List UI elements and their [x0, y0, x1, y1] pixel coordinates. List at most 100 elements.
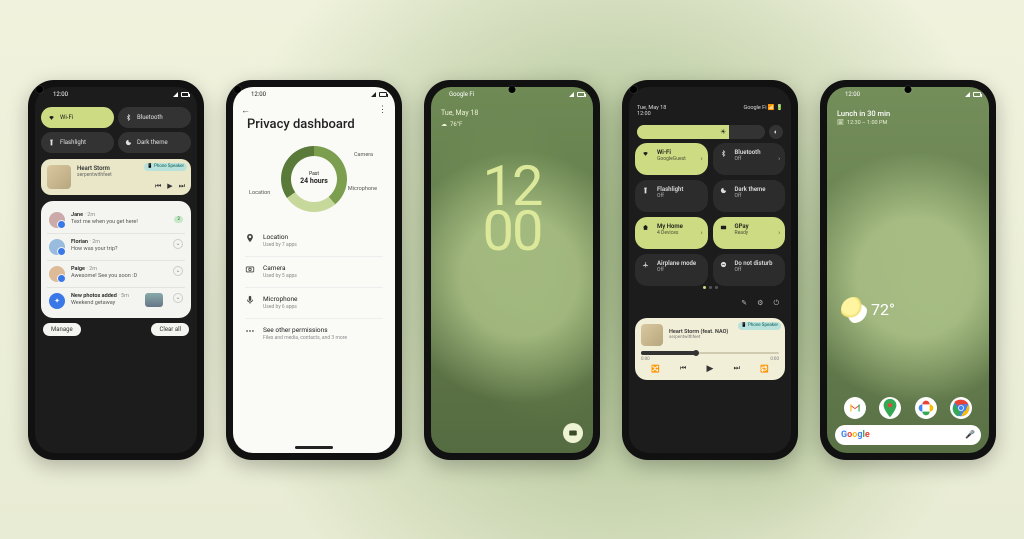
battery-icon	[973, 92, 981, 97]
qs-flashlight-tile[interactable]: Flashlight	[41, 132, 114, 153]
flashlight-icon	[48, 139, 55, 146]
chevron-right-icon[interactable]: ›	[701, 229, 703, 236]
notification-item[interactable]: Florian · 2m How was your trip? ⌄	[47, 234, 185, 261]
phone-3-screen[interactable]: Google Fi Tue, May 18 ☁ 76°F 12 00	[431, 87, 593, 453]
power-icon[interactable]: ⏻	[773, 299, 779, 308]
next-icon[interactable]: ⏭	[734, 364, 740, 373]
notification-item[interactable]: Paige · 2m Awesome! See you soon :D ⌄	[47, 261, 185, 288]
permission-row-other[interactable]: See other permissions Files and media, c…	[245, 318, 383, 349]
app-photos[interactable]	[915, 397, 937, 419]
bluetooth-icon	[720, 150, 727, 157]
signal-icon	[965, 92, 970, 97]
brightness-thumb-icon[interactable]: ☀	[718, 127, 728, 137]
chevron-right-icon[interactable]: ›	[778, 155, 780, 162]
play-icon[interactable]: ▶	[167, 182, 172, 191]
donut-camera-label: Camera	[354, 152, 373, 158]
camera-hole	[905, 86, 912, 93]
settings-icon[interactable]: ⚙	[757, 299, 763, 308]
qs-dnd-tile[interactable]: Do not disturbOff	[713, 254, 786, 286]
permission-row-camera[interactable]: Camera Used by 5 apps	[245, 256, 383, 287]
media-artist: serpentwithfeet	[77, 172, 185, 178]
shuffle-icon[interactable]: 🔀	[651, 365, 660, 373]
notif-name: New photos added	[71, 293, 117, 299]
chevron-right-icon[interactable]: ›	[701, 155, 703, 162]
qs-darktheme-label: Dark theme	[137, 139, 168, 146]
phone-5-screen[interactable]: 12:00 Lunch in 30 min 🗓 12:30 – 1:00 PM …	[827, 87, 989, 453]
qs-gpay-tile[interactable]: GPayReady ›	[713, 217, 786, 249]
wifi-icon	[642, 150, 649, 157]
prev-icon[interactable]: ⏮	[155, 182, 161, 191]
status-time: 12:00	[637, 111, 666, 117]
qs-wifi-tile[interactable]: Wi-Fi	[41, 107, 114, 128]
permission-sub: Used by 7 apps	[263, 242, 297, 249]
output-chip[interactable]: 📱 Phone Speaker	[738, 322, 781, 330]
qs-bluetooth-tile[interactable]: Bluetooth	[118, 107, 191, 128]
edit-icon[interactable]: ✎	[741, 299, 747, 308]
clear-all-button[interactable]: Clear all	[151, 323, 189, 336]
battery-icon	[181, 92, 189, 97]
brightness-slider[interactable]: ☀ ◐	[637, 125, 783, 139]
weather-widget[interactable]: 72°	[841, 297, 895, 323]
notification-item[interactable]: Jane · 2m Text me when you get here! 2	[47, 207, 185, 234]
expand-chevron-icon[interactable]: ⌄	[173, 293, 183, 303]
permission-row-location[interactable]: Location Used by 7 apps	[245, 226, 383, 256]
expand-chevron-icon[interactable]: ⌄	[173, 239, 183, 249]
signal-icon	[173, 92, 178, 97]
app-gmail[interactable]	[844, 397, 866, 419]
notification-item[interactable]: ✦ New photos added · 5m Weekend getaway …	[47, 288, 185, 314]
gpay-icon	[720, 224, 727, 231]
manage-button[interactable]: Manage	[43, 323, 81, 336]
notification-panel: Jane · 2m Text me when you get here! 2 F…	[41, 201, 191, 318]
qs-footer: ✎ ⚙ ⏻	[629, 293, 791, 314]
qs-darktheme-tile[interactable]: Dark theme	[118, 132, 191, 153]
app-chrome[interactable]	[950, 397, 972, 419]
airplane-icon	[642, 261, 649, 268]
calendar-icon: 🗓	[837, 120, 844, 126]
topbar: ← ⋮	[241, 105, 387, 116]
permission-title: Camera	[263, 264, 297, 273]
search-bar[interactable]: Google 🎤	[835, 425, 981, 445]
battery-icon	[577, 92, 585, 97]
play-icon[interactable]: ▶	[707, 364, 714, 374]
phone-2-frame: 12:00 ← ⋮ Privacy dashboard Past24 hours…	[226, 80, 402, 460]
qs-bluetooth-tile[interactable]: BluetoothOff ›	[713, 143, 786, 175]
app-maps[interactable]	[879, 397, 901, 419]
qs-home-tile[interactable]: My Home4 Devices ›	[635, 217, 708, 249]
bluetooth-icon	[125, 114, 132, 121]
media-card[interactable]: Heart Storm serpentwithfeet 📱 Phone Spea…	[41, 159, 191, 195]
gesture-pill[interactable]	[295, 446, 333, 449]
auto-brightness-toggle[interactable]: ◐	[769, 125, 783, 139]
brightness-track[interactable]: ☀	[637, 125, 765, 139]
notif-name: Jane	[71, 212, 83, 218]
more-icon	[245, 326, 255, 336]
output-chip[interactable]: 📱 Phone Speaker	[144, 163, 187, 171]
phone-3-frame: Google Fi Tue, May 18 ☁ 76°F 12 00	[424, 80, 600, 460]
permission-row-microphone[interactable]: Microphone Used by 6 apps	[245, 287, 383, 318]
next-icon[interactable]: ⏭	[179, 182, 185, 191]
progress-bar[interactable]	[641, 352, 779, 354]
wallet-fab[interactable]	[563, 423, 583, 443]
media-card[interactable]: ⎘ 📱 Phone Speaker Heart Storm (feat. NAO…	[635, 318, 785, 380]
qs-wifi-tile[interactable]: Wi-FiGoogleGuest ›	[635, 143, 708, 175]
notif-msg: Weekend getaway	[71, 300, 139, 307]
prev-icon[interactable]: ⏮	[680, 364, 686, 373]
back-icon[interactable]: ←	[241, 105, 250, 116]
qs-darktheme-tile[interactable]: Dark themeOff	[713, 180, 786, 212]
overflow-icon[interactable]: ⋮	[378, 105, 387, 116]
repeat-icon[interactable]: 🔁	[760, 365, 769, 373]
app-icon: ✦	[49, 293, 65, 309]
signal-icon	[371, 92, 376, 97]
camera-hole	[234, 86, 241, 93]
qs-airplane-tile[interactable]: Airplane modeOff	[635, 254, 708, 286]
chevron-right-icon[interactable]: ›	[778, 229, 780, 236]
media-controls: 🔀 ⏮ ▶ ⏭ 🔁	[641, 364, 779, 374]
phone-1-screen: 12:00 Wi-Fi Bluetooth	[35, 87, 197, 453]
phone-row: 12:00 Wi-Fi Bluetooth	[0, 0, 1024, 539]
donut-microphone-label: Microphone	[348, 186, 377, 192]
expand-chevron-icon[interactable]: ⌄	[173, 266, 183, 276]
media-times: 0:000:00	[641, 357, 779, 362]
voice-search-icon[interactable]: 🎤	[965, 430, 975, 439]
qs-flashlight-tile[interactable]: FlashlightOff	[635, 180, 708, 212]
phone-1-frame: 12:00 Wi-Fi Bluetooth	[28, 80, 204, 460]
permission-list: Location Used by 7 apps Camera Used by 5…	[233, 220, 395, 355]
